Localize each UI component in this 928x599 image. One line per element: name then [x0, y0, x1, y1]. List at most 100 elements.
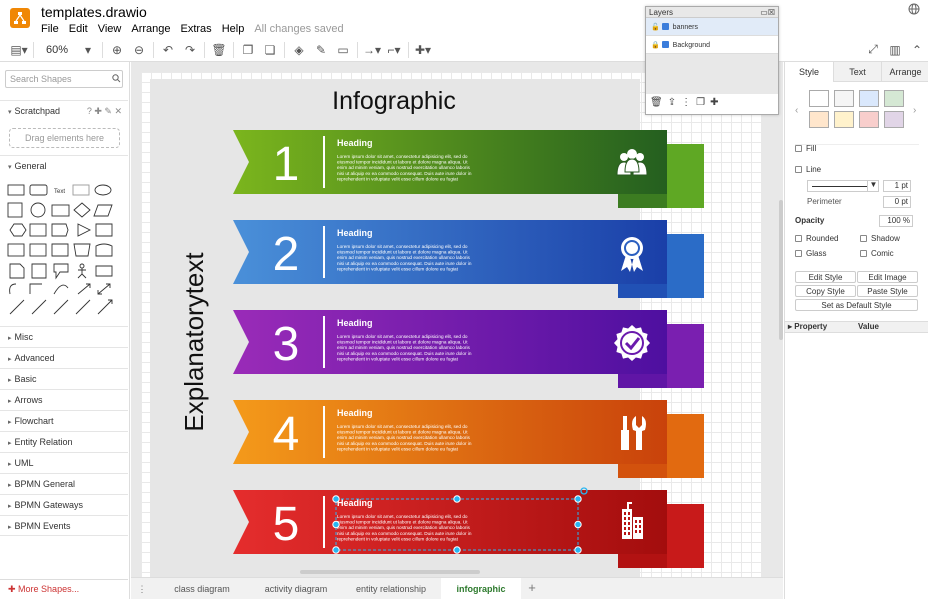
move-layer-icon[interactable]: ⇪: [668, 97, 681, 108]
menu-extras[interactable]: Extras: [181, 23, 212, 35]
section-entity-relation[interactable]: ▸ Entity Relation: [0, 431, 128, 452]
zoom-level[interactable]: 60%: [37, 44, 77, 56]
line-option[interactable]: Line: [795, 165, 821, 174]
general-header[interactable]: ▾ General: [0, 155, 128, 176]
tab-class-diagram[interactable]: class diagram: [153, 578, 251, 599]
style-swatch[interactable]: [809, 90, 829, 107]
section-bpmn-events[interactable]: ▸ BPMN Events: [0, 515, 128, 536]
resize-handle[interactable]: [453, 495, 461, 503]
zoom-dropdown-icon[interactable]: ▾: [77, 40, 99, 60]
layer-visible-checkbox[interactable]: [661, 23, 669, 30]
rounded-checkbox[interactable]: [795, 235, 802, 242]
style-swatch[interactable]: [884, 90, 904, 107]
tab-activity-diagram[interactable]: activity diagram: [251, 578, 341, 599]
copy-style-button[interactable]: Copy Style: [795, 285, 856, 297]
section-bpmn-general[interactable]: ▸ BPMN General: [0, 473, 128, 494]
previous-styles-icon[interactable]: ‹: [795, 105, 798, 116]
waypoints-icon[interactable]: ⌐▾: [383, 40, 405, 60]
search-shapes-input[interactable]: Search Shapes: [5, 70, 123, 88]
perimeter-input[interactable]: 0 pt: [883, 196, 911, 208]
layer-row-banners[interactable]: 🔓 banners: [646, 18, 778, 36]
edit-image-button[interactable]: Edit Image: [857, 271, 918, 283]
style-swatch[interactable]: [809, 111, 829, 128]
layer-visible-checkbox[interactable]: [661, 41, 669, 48]
section-advanced[interactable]: ▸ Advanced: [0, 347, 128, 368]
style-swatch[interactable]: [884, 111, 904, 128]
diagram-canvas[interactable]: Infographic Explanatorytext 1 Heading Lore…: [131, 62, 783, 577]
glass-option[interactable]: Glass: [795, 249, 826, 258]
menu-view[interactable]: View: [98, 23, 122, 35]
resize-handle[interactable]: [332, 546, 340, 554]
tab-style[interactable]: Style: [785, 62, 833, 82]
vertical-scrollbar[interactable]: [779, 200, 783, 340]
menu-edit[interactable]: Edit: [69, 23, 88, 35]
shadow-option[interactable]: Shadow: [860, 234, 900, 243]
style-swatch[interactable]: [834, 90, 854, 107]
section-misc[interactable]: ▸ Misc: [0, 326, 128, 347]
tab-arrange[interactable]: Arrange: [881, 62, 928, 82]
resize-handle[interactable]: [574, 520, 582, 529]
delete-layer-icon[interactable]: 🗑: [650, 97, 668, 108]
infographic-title[interactable]: Infographic: [332, 87, 456, 115]
section-arrows[interactable]: ▸ Arrows: [0, 389, 128, 410]
to-back-icon[interactable]: ❏: [259, 40, 281, 60]
delete-icon[interactable]: 🗑: [208, 40, 230, 60]
fill-checkbox[interactable]: [795, 145, 802, 152]
shadow-icon[interactable]: ▭: [332, 40, 354, 60]
resize-handle[interactable]: [332, 520, 340, 529]
comic-checkbox[interactable]: [860, 250, 867, 257]
line-checkbox[interactable]: [795, 166, 802, 173]
fill-color-icon[interactable]: ◈: [288, 40, 310, 60]
resize-handle[interactable]: [574, 495, 582, 503]
globe-icon[interactable]: [908, 3, 920, 15]
section-flowchart[interactable]: ▸ Flowchart: [0, 410, 128, 431]
scratchpad-actions-icon[interactable]: ? ✚ ✎ ✕: [87, 106, 122, 117]
dropdown-arrow-icon[interactable]: ▼: [867, 180, 879, 192]
explanatory-text[interactable]: Explanatorytext: [179, 252, 209, 432]
lock-icon[interactable]: 🔓: [651, 24, 660, 31]
style-swatch[interactable]: [859, 90, 879, 107]
window-controls-icon[interactable]: ▭☒: [760, 8, 775, 17]
set-default-style-button[interactable]: Set as Default Style: [795, 299, 918, 311]
zoom-in-icon[interactable]: ⊕: [106, 40, 128, 60]
section-uml[interactable]: ▸ UML: [0, 452, 128, 473]
menu-arrange[interactable]: Arrange: [131, 23, 170, 35]
line-width-input[interactable]: 1 pt: [883, 180, 911, 192]
fullscreen-icon[interactable]: ⤢: [862, 40, 884, 60]
section-basic[interactable]: ▸ Basic: [0, 368, 128, 389]
undo-icon[interactable]: ↶: [157, 40, 179, 60]
resize-handle[interactable]: [453, 546, 461, 554]
resize-handle[interactable]: [332, 495, 340, 503]
fill-option[interactable]: Fill: [795, 144, 816, 153]
next-styles-icon[interactable]: ›: [913, 105, 916, 116]
resize-handle[interactable]: [574, 546, 582, 554]
format-panel-icon[interactable]: ▥: [884, 40, 906, 60]
connection-icon[interactable]: →▾: [361, 40, 383, 60]
horizontal-scrollbar[interactable]: [300, 570, 480, 574]
pages-menu-icon[interactable]: ⋮: [131, 578, 153, 599]
to-front-icon[interactable]: ❐: [237, 40, 259, 60]
layer-menu-icon[interactable]: ⋮: [681, 97, 696, 108]
collapse-icon[interactable]: ⌃: [906, 40, 928, 60]
style-swatch[interactable]: [834, 111, 854, 128]
general-shapes-palette[interactable]: Text: [6, 182, 122, 322]
panel-toggle-icon[interactable]: ▤▾: [8, 40, 30, 60]
shadow-checkbox[interactable]: [860, 235, 867, 242]
add-page-icon[interactable]: +: [521, 578, 543, 599]
insert-icon[interactable]: ✚▾: [412, 40, 434, 60]
add-layer-icon[interactable]: ✚: [710, 97, 723, 108]
menu-file[interactable]: File: [41, 23, 59, 35]
redo-icon[interactable]: ↷: [179, 40, 201, 60]
glass-checkbox[interactable]: [795, 250, 802, 257]
zoom-out-icon[interactable]: ⊖: [128, 40, 150, 60]
menu-help[interactable]: Help: [222, 23, 245, 35]
search-icon[interactable]: [112, 74, 121, 83]
infographic-diagram[interactable]: Infographic Explanatorytext 1 Heading Lore…: [131, 62, 783, 577]
document-title[interactable]: templates.drawio: [41, 4, 147, 20]
line-color-icon[interactable]: ✎: [310, 40, 332, 60]
layer-row-background[interactable]: 🔒 Background: [646, 36, 778, 54]
rounded-option[interactable]: Rounded: [795, 234, 838, 243]
duplicate-layer-icon[interactable]: ❐: [696, 97, 710, 108]
more-shapes-button[interactable]: ✚ More Shapes...: [0, 579, 128, 599]
scratchpad-drop-zone[interactable]: Drag elements here: [9, 128, 120, 148]
